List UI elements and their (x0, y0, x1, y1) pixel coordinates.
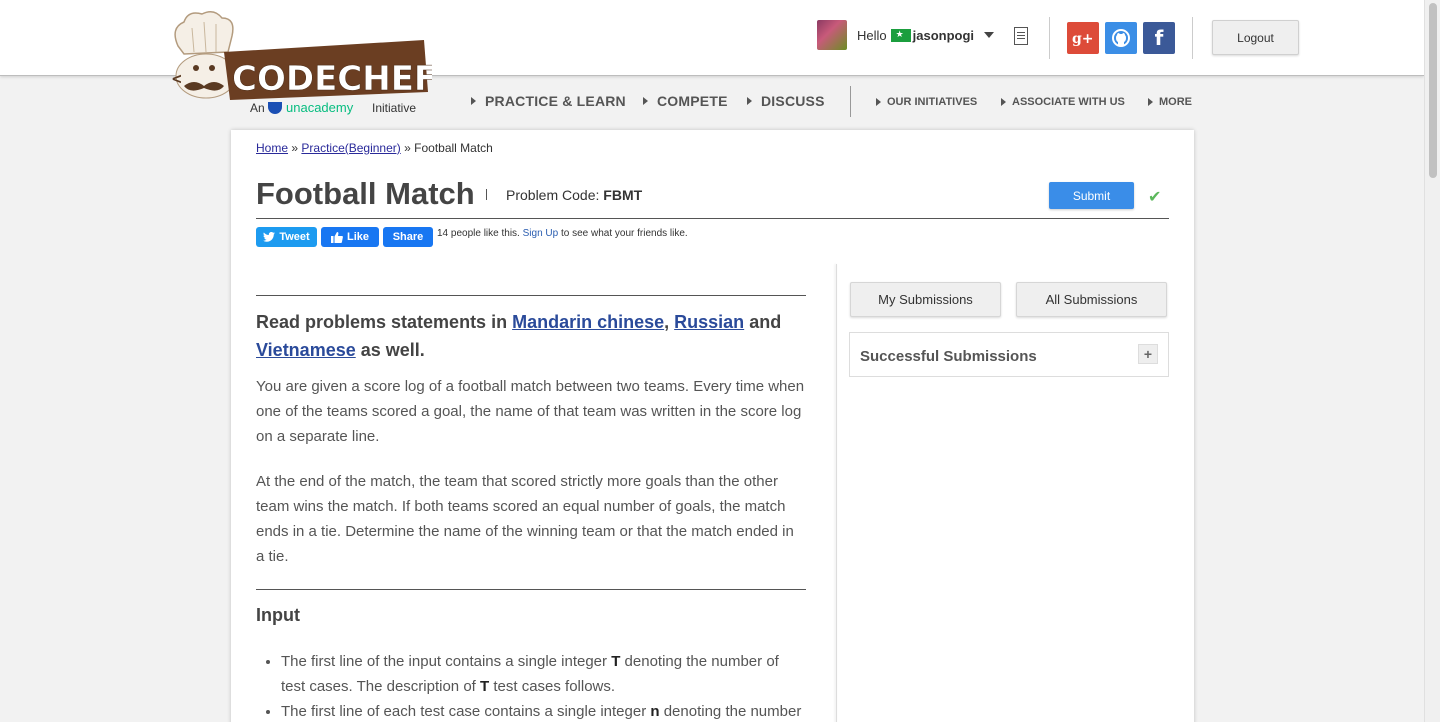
brand-text: CODECHEF (232, 59, 432, 99)
svg-text:<: < (172, 69, 182, 88)
signup-link[interactable]: Sign Up (523, 228, 559, 239)
caret-right-icon (1148, 98, 1153, 106)
page-title: Football Match (256, 176, 475, 211)
nav-associate-with-us[interactable]: ASSOCIATE WITH US (1001, 96, 1125, 108)
nav-more[interactable]: MORE (1148, 96, 1192, 108)
caret-right-icon (876, 98, 881, 106)
facebook-share-button[interactable]: Share (383, 227, 433, 247)
breadcrumb-separator: » (291, 141, 299, 155)
my-submissions-button[interactable]: My Submissions (850, 282, 1001, 317)
expand-icon[interactable]: + (1138, 344, 1158, 364)
problem-code-value: FBMT (603, 187, 643, 203)
languages-heading: Read problems statements in Mandarin chi… (256, 312, 782, 360)
problem-card: Home » Practice(Beginner) » Football Mat… (231, 130, 1194, 722)
section-rule (256, 589, 806, 590)
svg-text:unacademy: unacademy (286, 100, 354, 115)
logout-button[interactable]: Logout (1212, 20, 1299, 55)
greeting[interactable]: Hello jasonpogi (857, 27, 995, 43)
nav-discuss[interactable]: DISCUSS (747, 93, 825, 109)
vietnamese-link[interactable]: Vietnamese (256, 340, 356, 360)
chevron-down-icon[interactable] (984, 32, 995, 38)
breadcrumb: Home » Practice(Beginner) » Football Mat… (256, 141, 493, 155)
input-list: The first line of the input contains a s… (281, 649, 806, 722)
all-submissions-button[interactable]: All Submissions (1016, 282, 1167, 317)
facebook-like-button[interactable]: Like (321, 227, 379, 247)
flag-icon (890, 28, 911, 42)
user-menu[interactable]: Hello jasonpogi (817, 20, 995, 50)
breadcrumb-current: Football Match (414, 141, 493, 155)
nav-compete[interactable]: COMPETE (643, 93, 728, 109)
svg-text:g+: g+ (1072, 31, 1094, 46)
input-heading: Input (256, 605, 300, 625)
breadcrumb-home[interactable]: Home (256, 141, 288, 155)
title-rule (256, 218, 1169, 219)
caret-right-icon (471, 97, 476, 105)
scrollbar-thumb[interactable] (1429, 3, 1437, 178)
divider (1192, 17, 1193, 59)
list-item: The first line of the input contains a s… (281, 649, 806, 699)
username[interactable]: jasonpogi (913, 28, 974, 43)
codechef-logo[interactable]: < CODECHEF An unacademy Initiative (170, 8, 437, 120)
google-plus-icon[interactable]: g+ (1067, 22, 1099, 54)
problem-code: Problem Code: FBMT (506, 187, 642, 203)
submit-button[interactable]: Submit (1049, 182, 1134, 209)
tweet-button[interactable]: Tweet (256, 227, 317, 247)
likes-text: 14 people like this. Sign Up to see what… (437, 228, 688, 239)
svg-text:An: An (250, 101, 265, 115)
github-icon[interactable] (1105, 22, 1137, 54)
caret-right-icon (643, 97, 648, 105)
avatar[interactable] (817, 20, 847, 50)
successful-submissions-panel[interactable]: Successful Submissions + (849, 332, 1169, 377)
nav-practice-learn[interactable]: PRACTICE & LEARN (471, 93, 626, 109)
statement-paragraph: At the end of the match, the team that s… (256, 473, 794, 565)
nav-divider (850, 86, 851, 117)
mandarin-link[interactable]: Mandarin chinese (512, 312, 664, 332)
successful-submissions-title: Successful Submissions (860, 348, 1037, 365)
list-item: The first line of each test case contain… (281, 699, 806, 722)
section-rule (256, 295, 806, 296)
russian-link[interactable]: Russian (674, 312, 744, 332)
thumbs-up-icon (330, 231, 343, 243)
twitter-icon (263, 232, 276, 242)
title-divider (486, 189, 487, 200)
facebook-icon[interactable]: f (1143, 22, 1175, 54)
scrollbar[interactable] (1424, 0, 1440, 722)
problem-statement: Read problems statements in Mandarin chi… (256, 295, 806, 722)
divider (1049, 17, 1050, 59)
caret-right-icon (747, 97, 752, 105)
check-icon: ✔ (1148, 189, 1162, 206)
problem-code-label: Problem Code: (506, 187, 600, 203)
greeting-label: Hello (857, 27, 887, 43)
caret-right-icon (1001, 98, 1006, 106)
breadcrumb-separator: » (404, 141, 411, 155)
column-divider (836, 264, 837, 722)
notes-icon[interactable] (1014, 27, 1028, 45)
breadcrumb-practice[interactable]: Practice(Beginner) (301, 141, 400, 155)
svg-text:Initiative: Initiative (372, 101, 416, 115)
nav-our-initiatives[interactable]: OUR INITIATIVES (876, 96, 977, 108)
statement-paragraph: You are given a score log of a football … (256, 378, 805, 445)
